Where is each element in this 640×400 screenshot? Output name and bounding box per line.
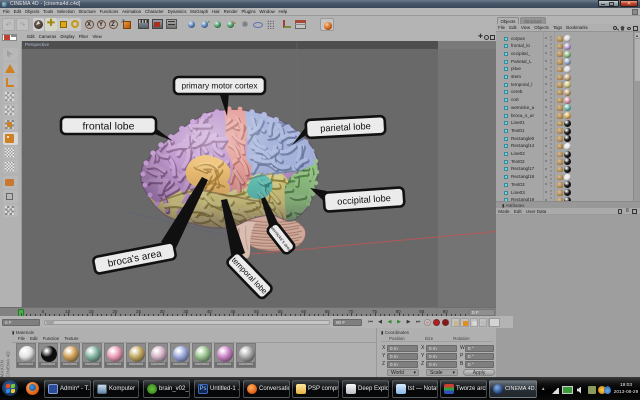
svg-text:primary motor cortex: primary motor cortex	[181, 80, 258, 90]
svg-text:temporal lobe: temporal lobe	[230, 256, 269, 296]
svg-text:frontal lobe: frontal lobe	[83, 120, 135, 132]
